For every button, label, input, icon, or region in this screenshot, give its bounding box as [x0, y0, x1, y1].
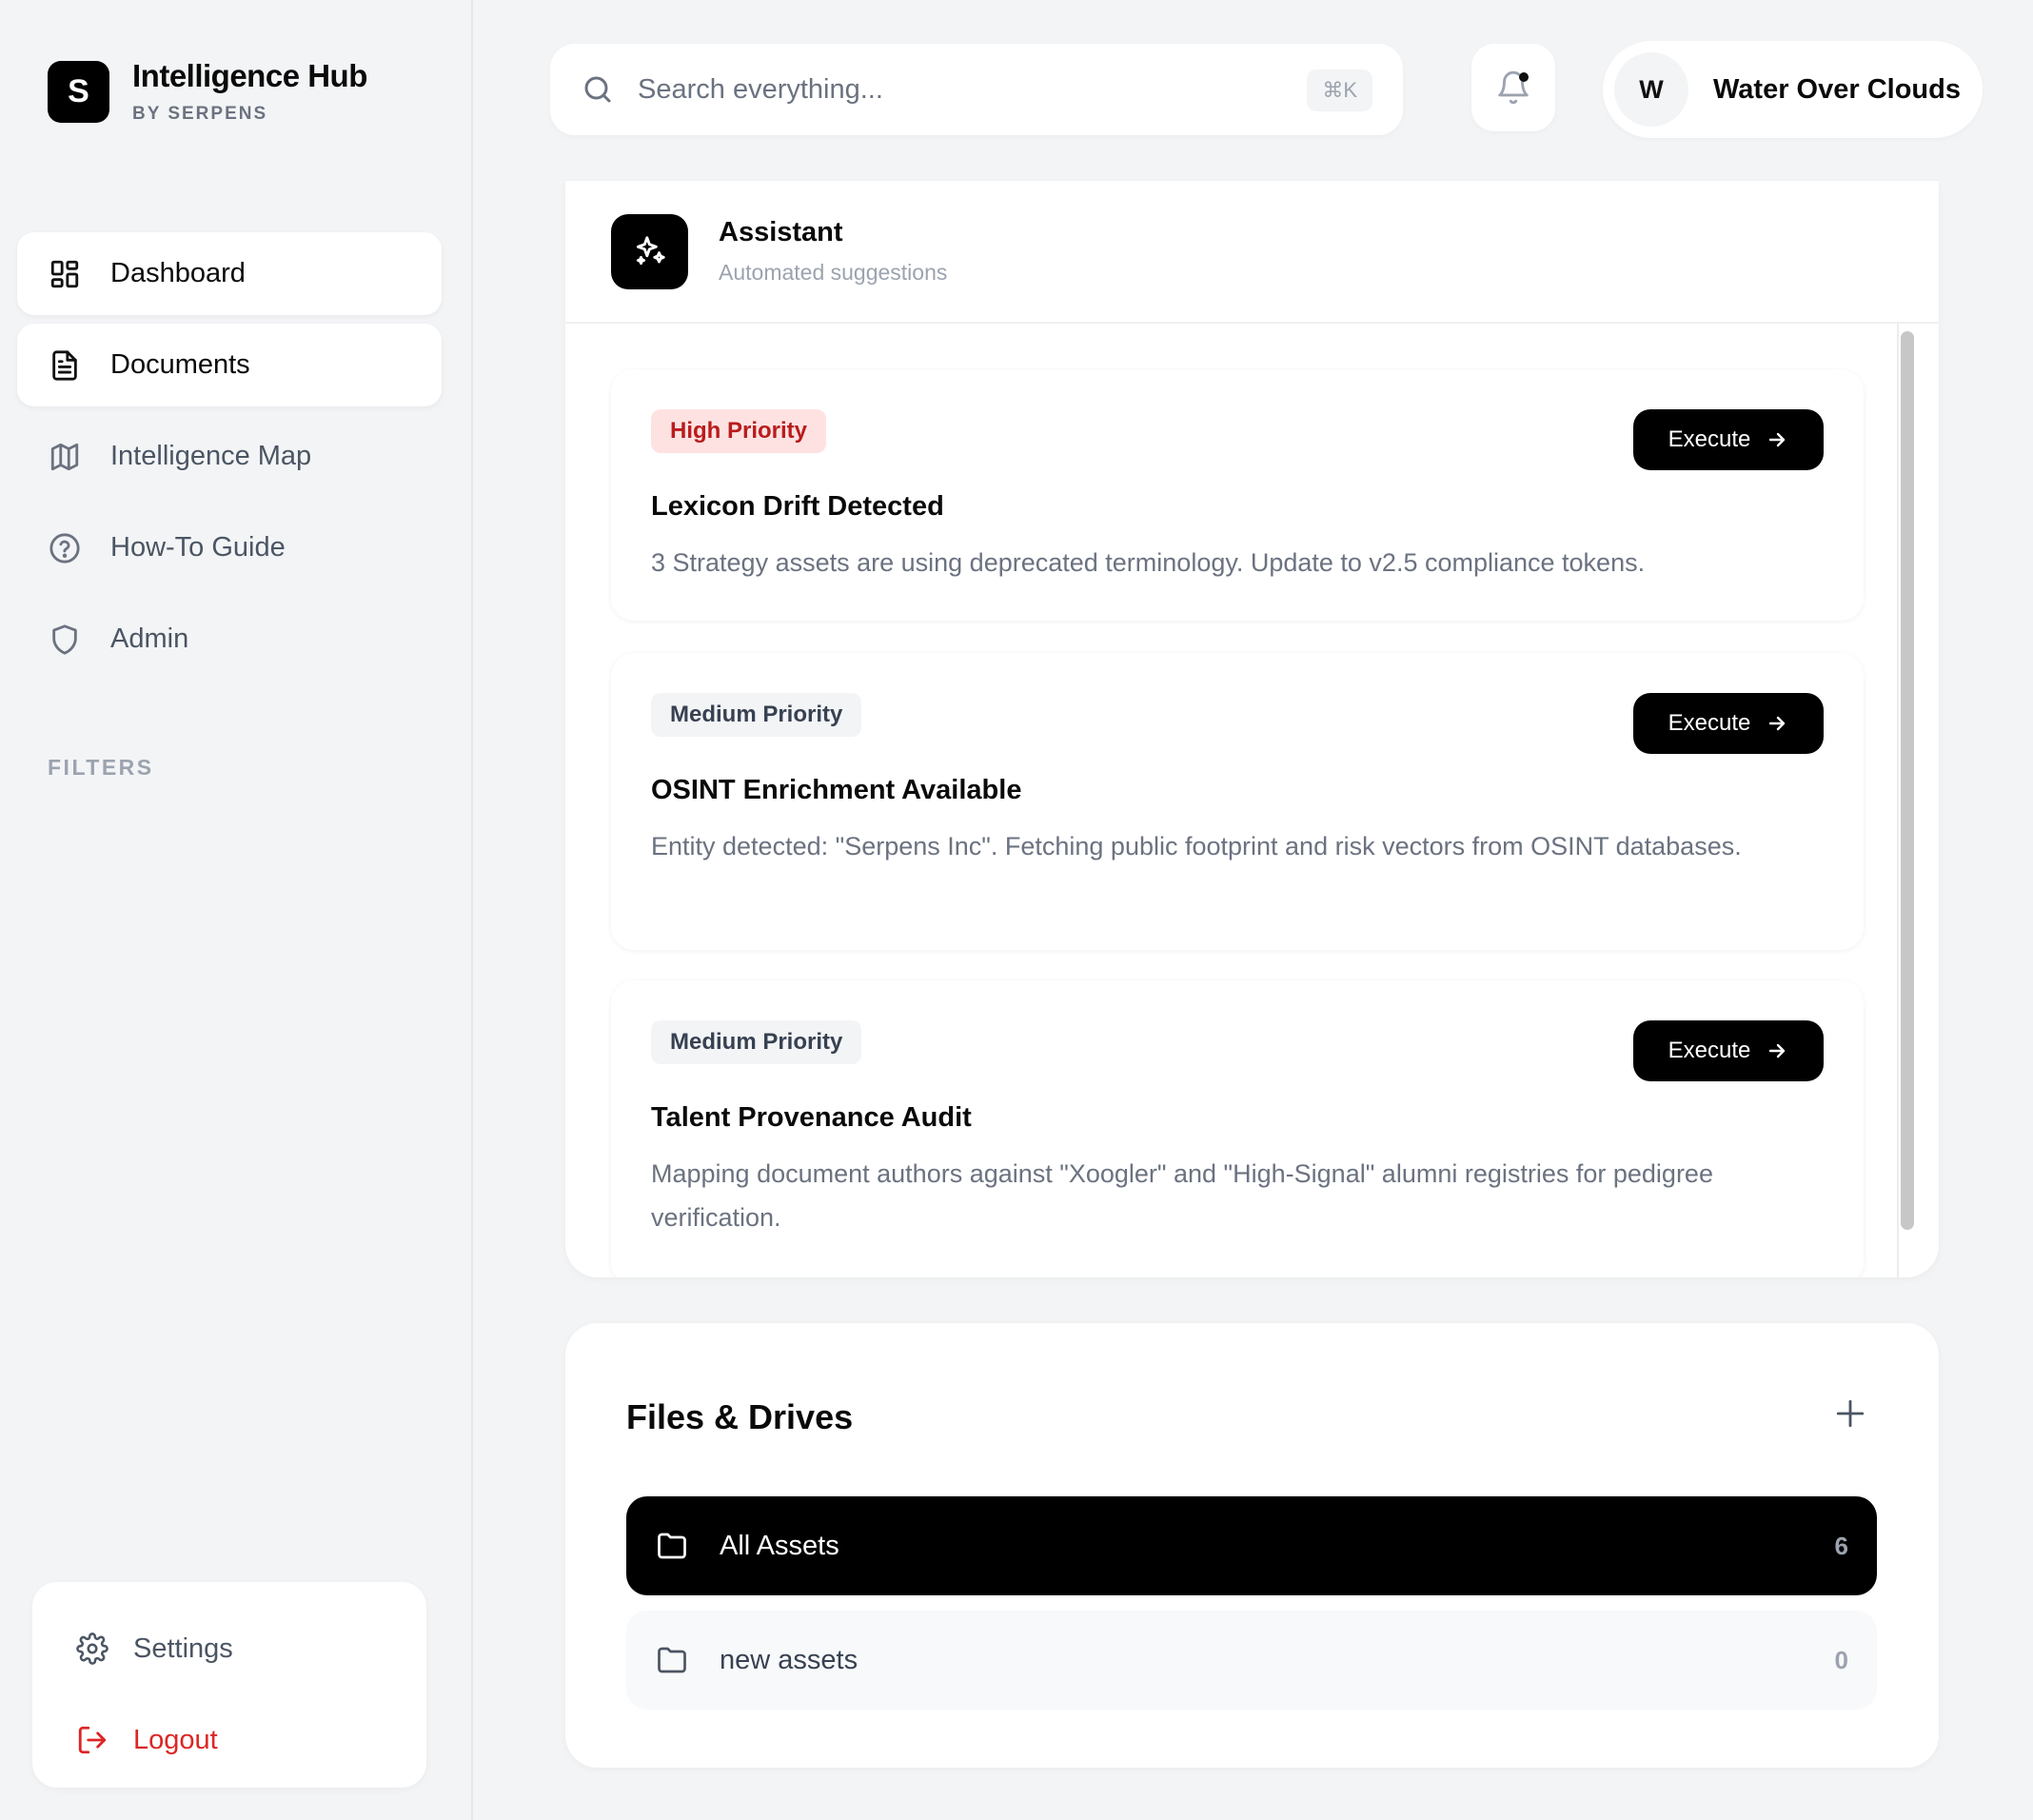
notifications-button[interactable] — [1471, 44, 1555, 131]
help-circle-icon — [48, 531, 82, 565]
logout-icon — [78, 1726, 107, 1754]
suggestion-description: Entity detected: "Serpens Inc". Fetching… — [651, 832, 1742, 861]
folder-count: 0 — [1834, 1645, 1848, 1674]
execute-label: Execute — [1668, 1038, 1751, 1063]
brand[interactable]: S Intelligence Hub BY SERPENS — [48, 58, 367, 125]
folder-count: 6 — [1834, 1531, 1848, 1560]
files-title: Files & Drives — [626, 1397, 854, 1436]
sidebar-nav: Dashboard Documents Intelligence Map How… — [17, 232, 442, 689]
user-menu[interactable]: W Water Over Clouds — [1603, 41, 1983, 138]
brand-title: Intelligence Hub — [132, 58, 367, 93]
user-name: Water Over Clouds — [1713, 73, 1961, 105]
folder-icon — [658, 1533, 686, 1559]
execute-label: Execute — [1668, 710, 1751, 736]
suggestion-title: Lexicon Drift Detected — [651, 491, 944, 522]
settings-button[interactable]: Settings — [32, 1603, 426, 1694]
search-input[interactable] — [638, 73, 1285, 106]
avatar: W — [1614, 52, 1688, 127]
filters-heading: FILTERS — [48, 755, 154, 780]
suggestion-title: Talent Provenance Audit — [651, 1102, 972, 1133]
sidebar-item-label: Dashboard — [110, 258, 246, 288]
execute-button[interactable]: Execute — [1633, 409, 1824, 470]
scrollbar-thumb[interactable] — [1901, 331, 1914, 1230]
gear-icon — [76, 1632, 109, 1665]
folder-name: All Assets — [720, 1530, 839, 1561]
logout-label: Logout — [133, 1724, 218, 1755]
priority-badge: Medium Priority — [651, 1020, 862, 1064]
sidebar: S Intelligence Hub BY SERPENS Dashboard … — [0, 0, 473, 1820]
arrow-right-icon — [1769, 716, 1786, 731]
sidebar-item-dashboard[interactable]: Dashboard — [17, 232, 442, 315]
priority-badge: Medium Priority — [651, 693, 862, 737]
sidebar-item-label: How-To Guide — [110, 532, 286, 563]
assistant-subtitle: Automated suggestions — [719, 260, 948, 285]
sidebar-item-intelligence-map[interactable]: Intelligence Map — [17, 415, 442, 498]
sidebar-bottom-menu: Settings Logout — [32, 1582, 426, 1788]
assistant-header: Assistant Automated suggestions — [565, 181, 1939, 324]
sidebar-item-label: Intelligence Map — [110, 441, 312, 471]
suggestion-card: Medium Priority Execute Talent Provenanc… — [611, 980, 1864, 1277]
sidebar-item-admin[interactable]: Admin — [17, 598, 442, 681]
document-icon — [48, 348, 82, 383]
sidebar-item-label: Documents — [110, 349, 250, 380]
arrow-right-icon — [1769, 1043, 1786, 1058]
sidebar-item-label: Admin — [110, 623, 189, 654]
notification-dot — [1519, 72, 1529, 82]
sidebar-item-documents[interactable]: Documents — [17, 324, 442, 406]
assistant-title: Assistant — [719, 217, 843, 247]
suggestion-description: 3 Strategy assets are using deprecated t… — [651, 548, 1646, 577]
suggestion-card: High Priority Execute Lexicon Drift Dete… — [611, 369, 1864, 621]
brand-logo: S — [48, 60, 109, 123]
suggestions-list[interactable]: High Priority Execute Lexicon Drift Dete… — [565, 324, 1939, 1277]
folder-all-assets[interactable]: All Assets 6 — [626, 1496, 1877, 1595]
files-drives-panel: Files & Drives All Assets 6 new assets 0 — [565, 1323, 1939, 1768]
execute-button[interactable]: Execute — [1633, 1020, 1824, 1081]
search-icon — [584, 76, 611, 103]
priority-badge: High Priority — [651, 409, 827, 453]
suggestion-description: Mapping document authors against "Xoogle… — [651, 1159, 1713, 1232]
arrow-right-icon — [1769, 432, 1786, 447]
settings-label: Settings — [133, 1632, 233, 1664]
shortcut-hint: ⌘K — [1307, 69, 1372, 111]
shield-icon — [48, 623, 82, 657]
plus-icon[interactable] — [1834, 1397, 1866, 1430]
map-icon — [48, 440, 82, 474]
suggestion-title: OSINT Enrichment Available — [651, 775, 1022, 805]
folder-name: new assets — [720, 1644, 859, 1675]
suggestion-card: Medium Priority Execute OSINT Enrichment… — [611, 653, 1864, 950]
logout-button[interactable]: Logout — [32, 1694, 426, 1786]
sparkles-icon — [611, 213, 688, 289]
dashboard-grid-icon — [48, 257, 82, 291]
brand-subtitle: BY SERPENS — [132, 104, 268, 124]
sidebar-item-how-to-guide[interactable]: How-To Guide — [17, 506, 442, 589]
search-bar[interactable]: ⌘K — [550, 44, 1403, 135]
execute-label: Execute — [1668, 426, 1751, 452]
assistant-panel: Assistant Automated suggestions High Pri… — [565, 181, 1939, 1277]
execute-button[interactable]: Execute — [1633, 693, 1824, 754]
folder-icon — [658, 1647, 686, 1673]
folder-new-assets[interactable]: new assets 0 — [626, 1611, 1877, 1710]
